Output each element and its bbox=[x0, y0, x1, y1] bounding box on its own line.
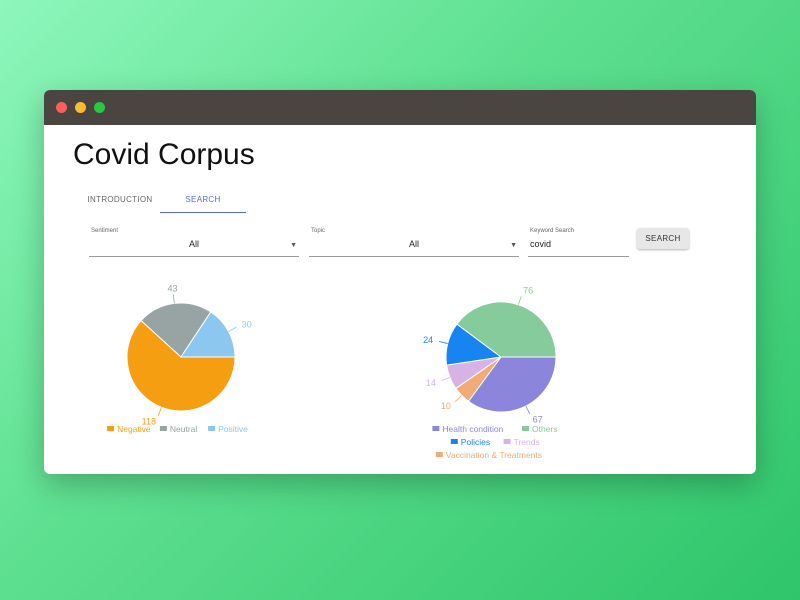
data-label: 30 bbox=[242, 319, 252, 329]
data-label: 10 bbox=[441, 401, 451, 411]
leader-line bbox=[525, 405, 531, 415]
legend-label[interactable]: Neutral bbox=[170, 424, 198, 434]
leader-line bbox=[517, 296, 522, 305]
leader-line bbox=[172, 294, 175, 304]
legend-label[interactable]: Health condition bbox=[442, 424, 503, 434]
leader-line bbox=[454, 395, 462, 402]
data-label: 76 bbox=[523, 286, 533, 296]
legend-swatch bbox=[159, 426, 167, 431]
legend-swatch bbox=[450, 439, 458, 444]
legend-swatch bbox=[208, 426, 216, 431]
legend-swatch bbox=[107, 426, 115, 431]
legend-label[interactable]: Vaccination & Treatments bbox=[446, 450, 542, 460]
leader-line bbox=[157, 407, 162, 416]
legend-swatch bbox=[503, 439, 511, 444]
legend-label[interactable]: Trends bbox=[514, 437, 540, 447]
charts-area: 1184330Negative Neutral Positive6710142476… bbox=[107, 284, 558, 460]
legend-label[interactable]: Others bbox=[532, 424, 558, 434]
data-label: 67 bbox=[533, 414, 543, 424]
data-label: 43 bbox=[168, 284, 178, 294]
legend-label[interactable]: Policies bbox=[461, 437, 490, 447]
browser-window: Covid Corpus INTRODUCTION SEARCH Sentime… bbox=[44, 90, 756, 474]
legend-swatch bbox=[522, 426, 529, 431]
legend-label[interactable]: Negative bbox=[117, 424, 151, 434]
leader-line bbox=[228, 326, 237, 332]
data-label: 24 bbox=[423, 335, 433, 345]
legend-swatch bbox=[432, 426, 440, 431]
leader-line bbox=[441, 376, 451, 382]
data-label: 14 bbox=[426, 378, 436, 388]
legend-swatch bbox=[435, 452, 443, 457]
leader-line bbox=[438, 340, 448, 344]
legend-label[interactable]: Positive bbox=[218, 424, 248, 434]
